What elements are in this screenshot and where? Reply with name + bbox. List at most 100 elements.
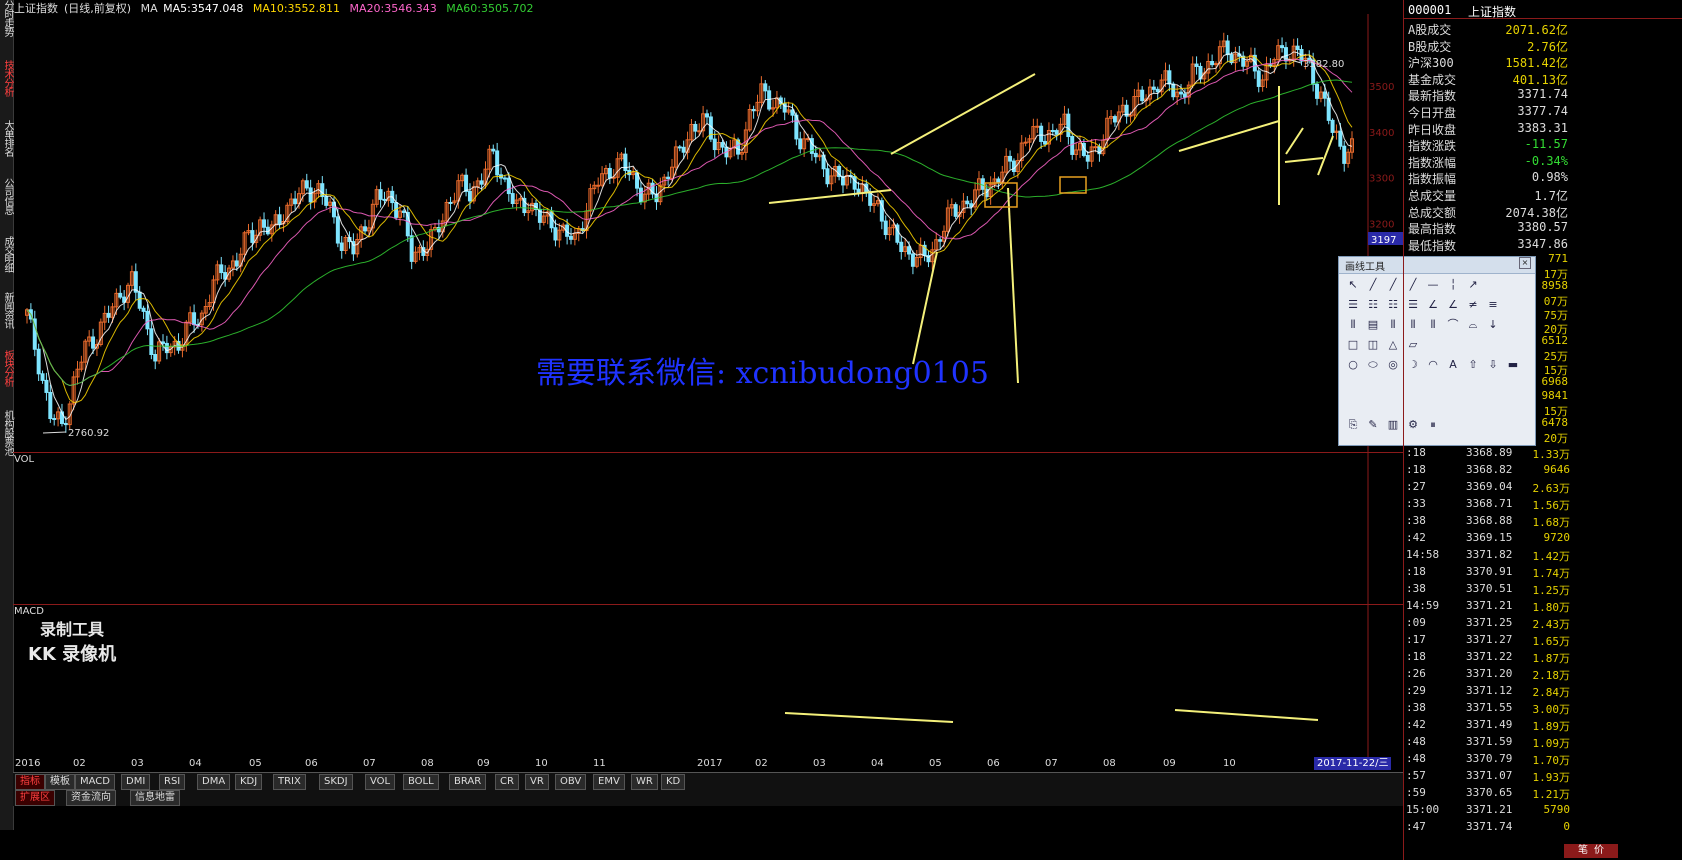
partial-volume: 6968 bbox=[1541, 375, 1569, 389]
candle-body bbox=[304, 180, 309, 189]
candle-body bbox=[141, 307, 146, 312]
indicator-tab-vol[interactable]: VOL bbox=[365, 774, 396, 790]
draw-tool-icon[interactable]: ▥ bbox=[1385, 417, 1401, 433]
candle-body bbox=[52, 418, 57, 421]
extended-tab-2[interactable]: 信息地雷 bbox=[130, 790, 180, 806]
candlestick-chart[interactable]: 3500 3400 3300 3200 3197 3582.80 2760.92 2016 02… bbox=[13, 0, 1403, 810]
draw-tool-icon[interactable]: ↖ bbox=[1345, 277, 1361, 293]
tick-volume: 1.65万 bbox=[1532, 635, 1571, 648]
tick-price: 3371.22 bbox=[1466, 650, 1513, 663]
chart-area[interactable]: 3500 3400 3300 3200 3197 3582.80 2760.92 2016 02… bbox=[13, 0, 1403, 810]
left-tab-6[interactable]: 板块分析 bbox=[0, 350, 13, 386]
indicator-tab-macd[interactable]: MACD bbox=[75, 774, 115, 790]
candle-body bbox=[491, 148, 496, 152]
indicator-tab-boll[interactable]: BOLL bbox=[403, 774, 439, 790]
indicator-tab-obv[interactable]: OBV bbox=[555, 774, 587, 790]
candle-body bbox=[250, 230, 255, 243]
draw-tool-icon[interactable]: ◫ bbox=[1365, 337, 1381, 353]
macd-panel-divider bbox=[13, 604, 1403, 605]
tick-row: :57 3371.07 1.93万 bbox=[1406, 769, 1570, 786]
draw-tool-icon[interactable]: ⦀ bbox=[1385, 317, 1401, 333]
draw-tool-icon[interactable]: △ bbox=[1385, 337, 1401, 353]
candle-body bbox=[293, 198, 298, 205]
candle-body bbox=[48, 391, 53, 420]
left-tab-7[interactable]: 机构股票池 bbox=[0, 410, 13, 455]
candle-body bbox=[996, 178, 1001, 183]
x-axis-label: 06 bbox=[987, 758, 1000, 769]
stat-label: B股成交 bbox=[1408, 39, 1452, 54]
left-tab-1[interactable]: 技术分析 bbox=[0, 60, 13, 96]
candle-body bbox=[1256, 70, 1261, 87]
indicator-tab-kdj[interactable]: KDJ bbox=[235, 774, 263, 790]
candle-body bbox=[106, 312, 111, 318]
indicator-tab-wr[interactable]: WR bbox=[631, 774, 658, 790]
tick-volume: 1.70万 bbox=[1532, 754, 1571, 767]
draw-tool-icon[interactable]: ☷ bbox=[1385, 297, 1401, 313]
left-tab-3[interactable]: 公司信息 bbox=[0, 178, 13, 214]
extended-tab-1[interactable]: 资金流向 bbox=[66, 790, 116, 806]
indicator-tab-skdj[interactable]: SKDJ bbox=[319, 774, 353, 790]
indicator-tab-kd[interactable]: KD bbox=[661, 774, 686, 790]
stat-row: 基金成交 401.13亿 bbox=[1408, 71, 1568, 88]
stat-row: 昨日收盘 3383.31 bbox=[1408, 121, 1568, 138]
indicator-tab-emv[interactable]: EMV bbox=[593, 774, 625, 790]
draw-tool-icon[interactable]: ▤ bbox=[1365, 317, 1381, 333]
draw-tool-icon[interactable]: ☷ bbox=[1365, 297, 1381, 313]
indicator-tab-指标[interactable]: 指标 bbox=[15, 774, 45, 790]
trade-price-button[interactable]: 笔 价 bbox=[1564, 844, 1618, 858]
tick-volume: 1.87万 bbox=[1532, 652, 1571, 665]
stat-label: A股成交 bbox=[1408, 23, 1452, 37]
draw-tool-icon[interactable]: □ bbox=[1345, 337, 1361, 353]
indicator-tab-brar[interactable]: BRAR bbox=[449, 774, 487, 790]
indicator-tab-cr[interactable]: CR bbox=[495, 774, 519, 790]
indicator-tab-dmi[interactable]: DMI bbox=[121, 774, 151, 790]
candle-body bbox=[1070, 136, 1075, 155]
candle-body bbox=[720, 142, 725, 148]
draw-tool-icon[interactable]: ✎ bbox=[1365, 417, 1381, 433]
tick-volume: 9646 bbox=[1543, 463, 1571, 476]
left-tab-0[interactable]: 分时走势 bbox=[0, 0, 13, 36]
stat-label: 总成交额 bbox=[1408, 205, 1457, 220]
draw-tool-icon[interactable]: ╱ bbox=[1385, 277, 1401, 293]
tick-row: :18 3368.89 1.33万 bbox=[1406, 446, 1570, 463]
tick-price: 3371.07 bbox=[1466, 769, 1513, 782]
tick-volume: 2.43万 bbox=[1532, 618, 1571, 631]
draw-tool-icon[interactable]: ☰ bbox=[1345, 297, 1361, 313]
candle-body bbox=[234, 260, 239, 267]
draw-tool-icon[interactable]: ◎ bbox=[1385, 357, 1401, 373]
draw-tool-icon[interactable]: ⦀ bbox=[1345, 317, 1361, 333]
candle-body bbox=[763, 83, 768, 92]
stat-label: 指数涨幅 bbox=[1408, 155, 1457, 170]
indicator-tab-模板[interactable]: 模板 bbox=[45, 774, 75, 790]
candle-body bbox=[767, 90, 772, 110]
tick-price: 3371.59 bbox=[1466, 735, 1513, 748]
left-tab-2[interactable]: 大单排名 bbox=[0, 120, 13, 156]
left-tab-4[interactable]: 成交明细 bbox=[0, 236, 13, 272]
tick-price: 3369.15 bbox=[1466, 531, 1513, 544]
partial-volume: 9841 bbox=[1541, 389, 1569, 402]
extended-tab-0[interactable]: 扩展区 bbox=[15, 790, 55, 806]
draw-tool-icon[interactable]: ○ bbox=[1345, 357, 1361, 373]
draw-tool-icon[interactable]: ⬭ bbox=[1365, 357, 1381, 373]
candle-body bbox=[553, 227, 558, 241]
indicator-tab-trix[interactable]: TRIX bbox=[273, 774, 306, 790]
stat-label: 指数振幅 bbox=[1408, 172, 1457, 187]
draw-tool-icon[interactable]: ⎘ bbox=[1345, 417, 1361, 433]
indicator-tab-rsi[interactable]: RSI bbox=[159, 774, 186, 790]
candle-body bbox=[1011, 160, 1016, 173]
tick-time: :17 bbox=[1406, 633, 1426, 646]
tick-time: :09 bbox=[1406, 616, 1426, 629]
annotation-line bbox=[1178, 120, 1280, 152]
candle-body bbox=[262, 219, 267, 228]
indicator-tab-vr[interactable]: VR bbox=[525, 774, 549, 790]
left-tab-5[interactable]: 新闻资讯 bbox=[0, 292, 13, 328]
tick-row: :09 3371.25 2.43万 bbox=[1406, 616, 1570, 633]
indicator-tab-dma[interactable]: DMA bbox=[197, 774, 231, 790]
candle-body bbox=[1330, 119, 1335, 133]
candle-body bbox=[1322, 91, 1327, 99]
candle-body bbox=[1194, 63, 1199, 67]
candle-body bbox=[510, 193, 515, 204]
candle-body bbox=[467, 190, 472, 202]
tick-price: 3371.82 bbox=[1466, 548, 1513, 561]
draw-tool-icon[interactable]: ╱ bbox=[1365, 277, 1381, 293]
